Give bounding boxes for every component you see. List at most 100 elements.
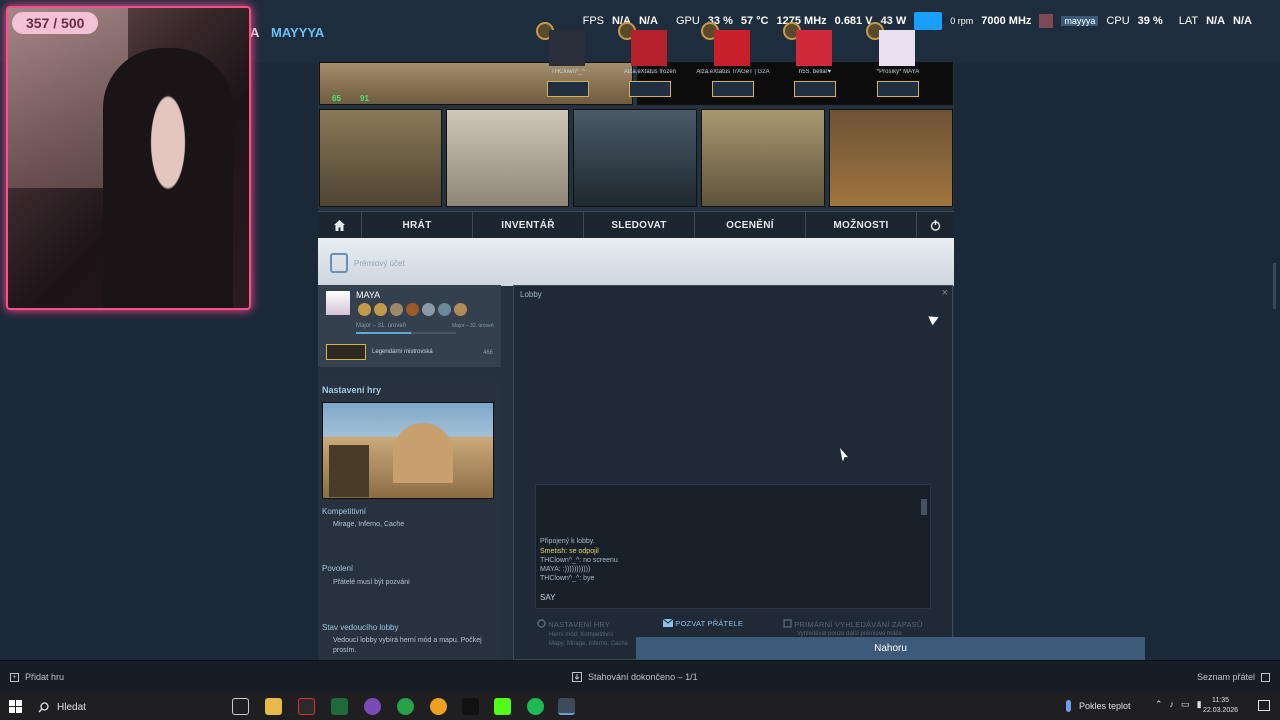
- webcam-overlay: 357 / 500: [6, 6, 251, 310]
- nav-awards[interactable]: OCENĚNÍ: [695, 212, 806, 239]
- downloads-status[interactable]: Stahování dokončeno – 1/1: [572, 672, 698, 682]
- lobby-member[interactable]: THClown^_^: [528, 20, 608, 100]
- battery-icon[interactable]: ▮: [1197, 699, 1202, 710]
- home-button[interactable]: [318, 212, 362, 239]
- user-chip[interactable]: mayyya: [1061, 16, 1099, 26]
- friends-list-button[interactable]: Seznam přátel: [1197, 672, 1270, 682]
- medal-icon: [358, 303, 371, 316]
- notification-icon[interactable]: [1258, 700, 1270, 711]
- weather-label: Pokles teplot: [1079, 701, 1131, 711]
- gear-icon: [537, 619, 546, 628]
- chevron-up-icon[interactable]: ⌃: [1155, 699, 1163, 710]
- scroll-to-top-button[interactable]: Nahoru: [636, 637, 1145, 660]
- follower-goal-counter: 357 / 500: [12, 12, 99, 34]
- member-rank-icon: [877, 81, 919, 97]
- permission-value: Přátelé musí být pozváni: [333, 579, 410, 586]
- lobby-title: Lobby: [520, 290, 542, 299]
- taskbar-search-label: Hledat: [57, 701, 86, 713]
- screenshot-thumbnail[interactable]: [573, 109, 697, 207]
- power-button[interactable]: [917, 212, 954, 239]
- lat-value-2: N/A: [1233, 15, 1252, 27]
- competitive-label: Kompetitivní: [322, 507, 367, 516]
- avatar[interactable]: [326, 291, 350, 315]
- screenshot-thumbnail[interactable]: [446, 109, 569, 207]
- speaker-icon[interactable]: ♪: [1170, 699, 1175, 710]
- lobby-member[interactable]: Alza.eXtatus TrAGeT | G2A: [693, 20, 773, 100]
- power-icon: [930, 220, 941, 231]
- username-tab[interactable]: MAYYYA: [271, 25, 324, 40]
- member-avatar[interactable]: [714, 30, 750, 66]
- member-rank-icon: [794, 81, 836, 97]
- spotify-icon[interactable]: [527, 698, 544, 715]
- lobby-member[interactable]: h5S. bellar♥: [775, 20, 855, 100]
- app-icon[interactable]: [364, 698, 381, 715]
- network-icon[interactable]: ▭: [1181, 699, 1190, 710]
- medal-icon: [422, 303, 435, 316]
- member-avatar[interactable]: [879, 30, 915, 66]
- nav-options[interactable]: MOŽNOSTI: [806, 212, 917, 239]
- screenshot-thumbnail[interactable]: [829, 109, 953, 207]
- system-tray[interactable]: ⌃ ♪ ▭ ▮: [1155, 699, 1202, 710]
- member-avatar[interactable]: [631, 30, 667, 66]
- hud-armor: 91: [360, 94, 369, 103]
- kick-icon[interactable]: [494, 698, 511, 715]
- file-explorer-icon[interactable]: [265, 698, 282, 715]
- member-avatar[interactable]: [796, 30, 832, 66]
- member-rank-icon: [547, 81, 589, 97]
- chat-input[interactable]: SAY: [540, 593, 555, 602]
- add-game-button[interactable]: + Přidat hru: [10, 672, 64, 682]
- mem-clock: 7000 MHz: [981, 15, 1032, 27]
- medal-icon: [374, 303, 387, 316]
- search-icon: [38, 701, 49, 713]
- lobby-member[interactable]: Alza.eXtatus frozen: [610, 20, 690, 100]
- profile-card[interactable]: MAYA Major – 31. úroveň Major – 32. úrov…: [318, 285, 501, 367]
- chat-line: Smetish: se odpojil: [540, 548, 599, 555]
- download-icon: [572, 672, 582, 682]
- mode-label: Herní mód:: [549, 632, 579, 638]
- chrome-icon[interactable]: [397, 698, 414, 715]
- tiktok-icon[interactable]: [462, 698, 479, 715]
- streamer-figure: [103, 48, 233, 308]
- skill-group-badge-icon: [326, 344, 366, 360]
- nav-inventory[interactable]: INVENTÁŘ: [473, 212, 584, 239]
- plus-icon: +: [10, 672, 19, 682]
- prime-banner: Prémiový účet: [318, 238, 954, 286]
- screenshot-thumbnail[interactable]: [701, 109, 825, 207]
- user-avatar-icon[interactable]: [1039, 14, 1054, 28]
- nav-watch[interactable]: SLEDOVAT: [584, 212, 695, 239]
- task-view-icon[interactable]: [232, 698, 249, 715]
- game-settings-button[interactable]: NASTAVENÍ HRY: [537, 619, 610, 629]
- member-avatar[interactable]: [549, 30, 585, 66]
- game-settings-header: Nastavení hry: [322, 385, 382, 395]
- browser-icon[interactable]: [430, 698, 447, 715]
- chat-scrollbar[interactable]: [921, 499, 927, 515]
- envelope-icon: [662, 618, 674, 627]
- xp-progress-bar: [356, 332, 456, 334]
- screenshot-thumbnail[interactable]: [319, 109, 442, 207]
- lobby-chat: Připojený k lobby. Smetish: se odpojil T…: [535, 484, 931, 609]
- lobby-member[interactable]: *Prosíky* MAYA: [858, 20, 938, 100]
- windows-start-icon[interactable]: [9, 700, 22, 713]
- close-icon[interactable]: ×: [942, 287, 948, 299]
- invite-friends-label: POZVAT PŘÁTELE: [675, 619, 744, 628]
- taskbar-search[interactable]: Hledat: [30, 696, 210, 718]
- taskbar-clock[interactable]: 11:35 22.03.2026: [1203, 696, 1238, 716]
- hud-health: 65: [332, 94, 341, 103]
- excel-icon[interactable]: [331, 698, 348, 715]
- home-icon: [334, 220, 345, 231]
- main-nav: HRÁT INVENTÁŘ SLEDOVAT OCENĚNÍ MOŽNOSTI: [318, 211, 954, 239]
- map-preview: [322, 402, 494, 499]
- nav-play[interactable]: HRÁT: [362, 212, 473, 239]
- skill-group: Legendární mistrovská: [326, 344, 433, 360]
- map-arch: [393, 423, 453, 483]
- steam-icon[interactable]: [558, 698, 575, 715]
- weather-widget[interactable]: Pokles teplot: [1066, 700, 1131, 712]
- invite-friends-button[interactable]: POZVAT PŘÁTELE: [662, 618, 744, 628]
- profile-level: Major – 31. úroveň: [356, 323, 407, 329]
- member-name: h5S. bellar♥: [798, 69, 832, 75]
- mode-value: Kompetitivní: [580, 632, 614, 638]
- obs-icon[interactable]: [298, 698, 315, 715]
- page-scrollbar[interactable]: [1273, 263, 1276, 309]
- member-rank-icon: [712, 81, 754, 97]
- primary-matchmaking-button[interactable]: PRIMÁRNÍ VYHLEDÁVÁNÍ ZÁPASŮ: [783, 619, 923, 629]
